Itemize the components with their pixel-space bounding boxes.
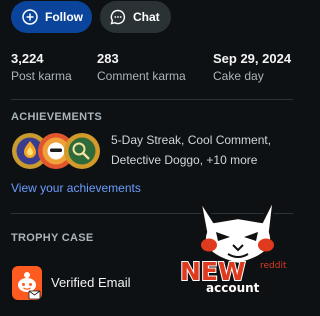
chat-bubble-icon [110, 9, 126, 25]
divider [11, 99, 293, 100]
view-achievements-link[interactable]: View your achievements [11, 181, 141, 195]
detective-doggo-badge-icon [64, 133, 100, 169]
achievements-summary-line: 5-Day Streak, Cool Comment, [111, 133, 272, 147]
chat-button-label: Chat [133, 10, 160, 24]
stat-label: Comment karma [97, 69, 186, 83]
trophy-verified-email-label: Verified Email [51, 275, 131, 290]
stat-post-karma: 3,224 Post karma [11, 51, 72, 84]
achievement-badges[interactable] [11, 132, 101, 172]
chat-button[interactable]: Chat [100, 1, 171, 33]
stat-value: 283 [97, 51, 119, 66]
achievements-summary: 5-Day Streak, Cool Comment, Detective Do… [111, 130, 296, 170]
sticker-reddit-text: reddit [260, 261, 287, 271]
trophy-case-heading: TROPHY CASE [11, 232, 94, 244]
stat-cake-day: Sep 29, 2024 Cake day [213, 51, 291, 84]
verified-email-trophy-icon [12, 266, 42, 300]
stat-value: 3,224 [11, 51, 44, 66]
stat-label: Cake day [213, 69, 264, 83]
stat-value: Sep 29, 2024 [213, 51, 292, 66]
plus-circle-icon [22, 9, 38, 25]
new-account-sticker: NEW reddit account [179, 196, 287, 296]
follow-button[interactable]: Follow [11, 1, 92, 33]
sticker-account-text: account [206, 281, 260, 295]
achievements-heading: ACHIEVEMENTS [11, 111, 102, 123]
stat-comment-karma: 283 Comment karma [97, 51, 186, 84]
achievements-summary-line: Detective Doggo, +10 more [111, 153, 258, 167]
fox-mascot-icon [198, 196, 276, 266]
stat-label: Post karma [11, 69, 72, 83]
follow-button-label: Follow [45, 10, 83, 24]
